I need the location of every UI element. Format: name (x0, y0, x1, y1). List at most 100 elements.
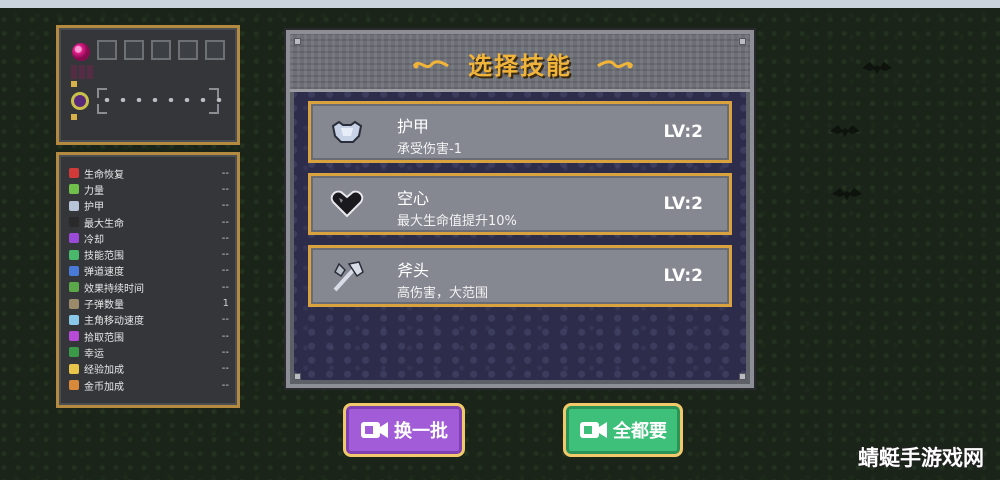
rivet (739, 373, 746, 380)
stat-value: 1 (222, 298, 229, 310)
stat-icon (69, 200, 79, 211)
bat-icon (832, 188, 862, 200)
gem-icon (72, 43, 90, 61)
refresh-button-label: 换一批 (394, 421, 448, 442)
stat-row: 经验加成 -- (69, 361, 229, 377)
skill-select-dialog: 选择技能 护甲 承受伤害-1 LV:2 空心 最大生命值提升10% LV:2 斧… (286, 30, 754, 388)
ornament-icon (597, 60, 634, 69)
stat-row: 幸运 -- (69, 344, 229, 360)
stat-value: -- (221, 249, 229, 261)
stat-icon (69, 298, 79, 309)
watermark: 蜻蜓手游戏网 (858, 446, 984, 470)
stat-row: 最大生命 -- (69, 214, 229, 230)
stat-icon (69, 314, 79, 325)
stat-value: -- (221, 216, 229, 228)
skill-level: LV:2 (663, 194, 703, 214)
bat-icon (830, 125, 860, 137)
stat-icon (69, 331, 79, 342)
take-all-button-label: 全都要 (613, 421, 667, 442)
level-pip (71, 81, 77, 87)
stat-row: 子弹数量 1 (69, 295, 229, 311)
stat-icon (69, 168, 79, 179)
slot-bracket (209, 104, 219, 114)
stat-row: 效果持续时间 -- (69, 279, 229, 295)
stat-row: 力量 -- (69, 181, 229, 197)
skill-level: LV:2 (663, 122, 703, 142)
stat-row: 主角移动速度 -- (69, 312, 229, 328)
dialog-header: 选择技能 (290, 34, 750, 92)
stat-row: 生命恢复 -- (69, 165, 229, 181)
skill-name: 斧头 (397, 261, 430, 280)
stat-row: 弹道速度 -- (69, 263, 229, 279)
armor-icon (331, 120, 363, 143)
stat-icon (69, 347, 79, 358)
refresh-button[interactable]: 换一批 (343, 403, 465, 457)
stat-row: 冷却 -- (69, 230, 229, 246)
stat-value: -- (221, 265, 229, 277)
stat-value: -- (221, 379, 229, 391)
stat-label: 力量 (84, 185, 104, 197)
inventory-slot[interactable] (151, 40, 171, 60)
stat-row: 护甲 -- (69, 198, 229, 214)
stat-label: 拾取范围 (84, 332, 124, 344)
stat-value: -- (221, 183, 229, 195)
stat-value: -- (221, 281, 229, 293)
axe-icon (333, 261, 364, 292)
bat-icon (862, 62, 892, 74)
passive-slot-dots (99, 98, 229, 102)
skill-desc: 最大生命值提升10% (397, 214, 517, 229)
stat-value: -- (221, 363, 229, 375)
stat-label: 冷却 (84, 234, 104, 246)
video-ad-icon (580, 422, 607, 438)
stat-label: 主角移动速度 (84, 316, 144, 328)
rivet (294, 38, 301, 45)
stat-row: 拾取范围 -- (69, 328, 229, 344)
rivet (739, 38, 746, 45)
stat-label: 护甲 (84, 202, 104, 214)
stat-row: 金币加成 -- (69, 377, 229, 393)
stat-value: -- (221, 330, 229, 342)
skill-name: 空心 (397, 189, 430, 208)
slot-bracket (97, 104, 107, 114)
stat-label: 最大生命 (84, 218, 124, 230)
video-ad-icon (361, 422, 388, 438)
stat-icon (69, 184, 79, 195)
stat-label: 经验加成 (84, 365, 124, 377)
stat-value: -- (221, 167, 229, 179)
stat-label: 技能范围 (84, 251, 124, 263)
take-all-button[interactable]: 全都要 (563, 403, 683, 457)
inventory-slot[interactable] (205, 40, 225, 60)
stat-label: 生命恢复 (84, 169, 124, 181)
stat-label: 弹道速度 (84, 267, 124, 279)
dialog-title: 选择技能 (468, 52, 572, 80)
stat-icon (69, 265, 79, 276)
level-pip (71, 114, 77, 120)
stat-value: -- (221, 314, 229, 326)
stat-value: -- (221, 232, 229, 244)
stat-label: 子弹数量 (84, 300, 124, 312)
skill-card-axe[interactable]: 斧头 高伤害，大范围 LV:2 (308, 245, 732, 307)
heart-icon (330, 190, 364, 218)
inventory-panel (56, 25, 240, 145)
skill-level: LV:2 (663, 266, 703, 286)
stat-icon (69, 380, 79, 390)
level-pips (71, 65, 93, 79)
rivet (294, 373, 301, 380)
skill-desc: 高伤害，大范围 (397, 286, 489, 301)
stat-icon (69, 217, 79, 228)
stat-value: -- (221, 346, 229, 358)
stat-label: 效果持续时间 (84, 283, 144, 295)
slot-bracket (97, 88, 107, 98)
inventory-slot[interactable] (97, 40, 117, 60)
stat-icon (69, 249, 79, 260)
stats-panel: 生命恢复 -- 力量 -- 护甲 -- 最大生命 -- 冷却 -- 技能范围 -- 弹道速度 -- 效果持续… (56, 152, 240, 408)
slot-bracket (209, 88, 219, 98)
stat-icon (69, 233, 79, 244)
inventory-slot[interactable] (178, 40, 198, 60)
stat-icon (69, 282, 79, 293)
inventory-slot[interactable] (124, 40, 144, 60)
skill-card-hollow-heart[interactable]: 空心 最大生命值提升10% LV:2 (308, 173, 732, 235)
skill-desc: 承受伤害-1 (397, 142, 462, 157)
skill-name: 护甲 (397, 117, 430, 136)
skill-card-armor[interactable]: 护甲 承受伤害-1 LV:2 (308, 101, 732, 163)
